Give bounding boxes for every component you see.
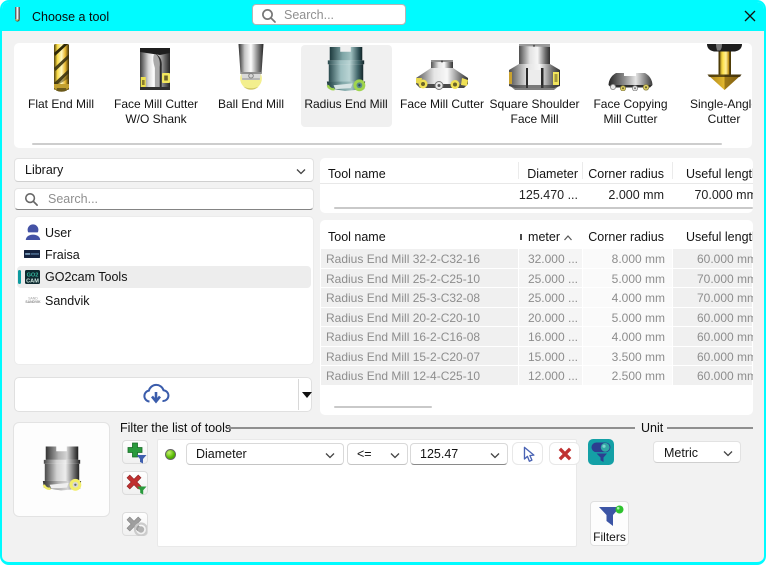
svg-text:CAM: CAM [26,278,39,284]
svg-text:SANDVIK: SANDVIK [25,300,41,304]
